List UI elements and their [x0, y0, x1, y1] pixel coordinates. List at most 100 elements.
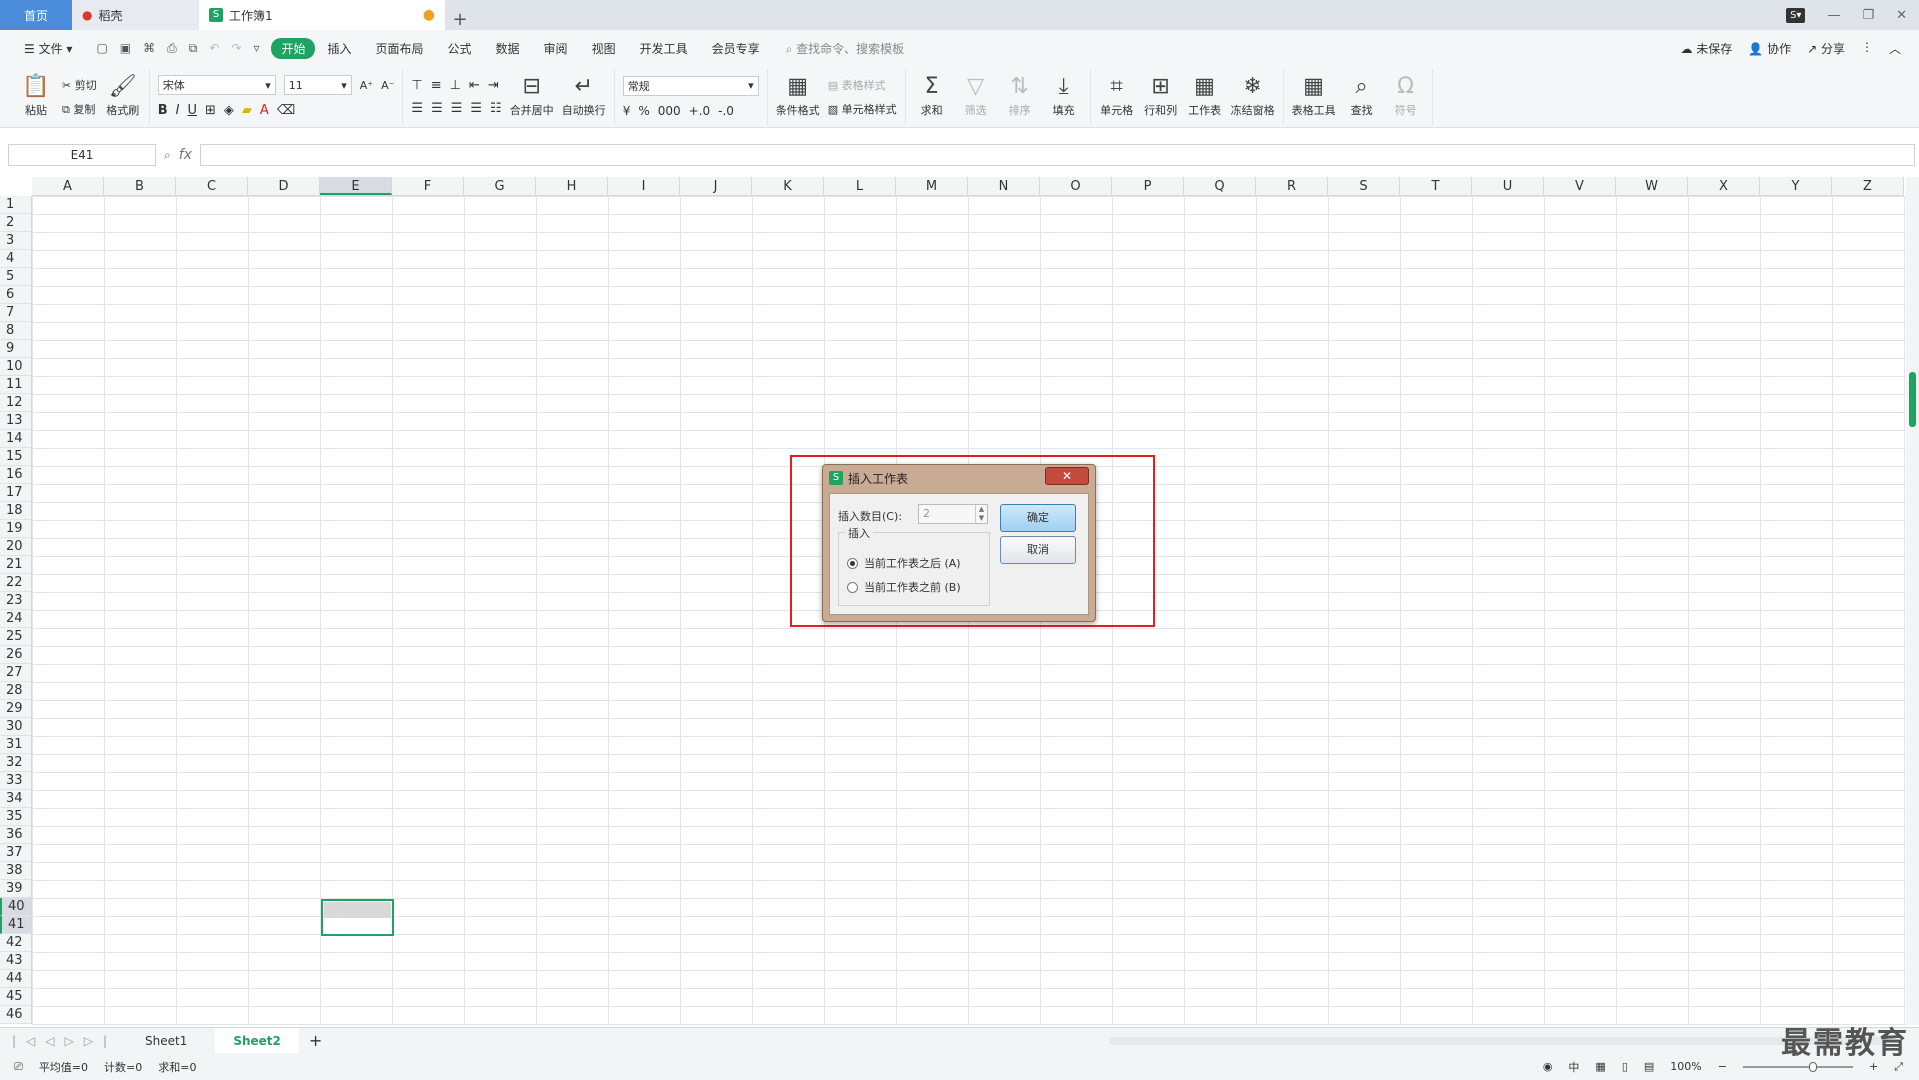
spinner-arrows-icon[interactable]: ▲ ▼ [975, 505, 987, 523]
format-painter-button[interactable]: 🖌 格式刷 [105, 75, 141, 118]
name-box[interactable]: E41 [8, 144, 156, 166]
column-header-i[interactable]: I [608, 177, 680, 195]
row-header-34[interactable]: 34 [0, 790, 31, 808]
row-header-8[interactable]: 8 [0, 322, 31, 340]
increase-decimal-icon[interactable]: +.0 [689, 104, 711, 118]
zoom-out-icon[interactable]: − [1718, 1060, 1727, 1073]
menu-data[interactable]: 数据 [484, 40, 532, 57]
sort-button[interactable]: ⇅ 排序 [1002, 75, 1038, 118]
row-header-22[interactable]: 22 [0, 574, 31, 592]
zoom-slider[interactable] [1742, 1061, 1853, 1072]
align-top-icon[interactable]: ⊤ [411, 78, 422, 93]
column-header-y[interactable]: Y [1760, 177, 1832, 195]
column-header-r[interactable]: R [1256, 177, 1328, 195]
fill-button[interactable]: ⤓ 填充 [1046, 75, 1082, 118]
row-header-44[interactable]: 44 [0, 970, 31, 988]
row-header-19[interactable]: 19 [0, 520, 31, 538]
symbol-button[interactable]: Ω 符号 [1388, 75, 1424, 118]
distribute-icon[interactable]: ☷ [490, 101, 502, 116]
close-icon[interactable]: ✕ [1896, 8, 1907, 23]
row-header-29[interactable]: 29 [0, 700, 31, 718]
column-header-a[interactable]: A [32, 177, 104, 195]
unsaved-button[interactable]: ☁ 未保存 [1680, 40, 1732, 57]
tab-daoke[interactable]: ● 稻壳 [72, 0, 199, 30]
row-header-15[interactable]: 15 [0, 448, 31, 466]
dialog-close-button[interactable]: ✕ [1045, 467, 1089, 485]
row-header-39[interactable]: 39 [0, 880, 31, 898]
column-header-q[interactable]: Q [1184, 177, 1256, 195]
find-button[interactable]: ⌕ 查找 [1344, 75, 1380, 118]
row-header-5[interactable]: 5 [0, 268, 31, 286]
indent-increase-icon[interactable]: ⇥ [488, 78, 499, 93]
indent-decrease-icon[interactable]: ⇤ [469, 78, 480, 93]
preview-icon[interactable]: ⧉ [189, 41, 198, 56]
zoom-knob[interactable] [1808, 1061, 1817, 1072]
zoom-formula-icon[interactable]: ⌕ [164, 148, 171, 163]
justify-icon[interactable]: ☰ [470, 101, 482, 116]
radio-after[interactable]: 当前工作表之后 (A) [847, 555, 961, 571]
row-header-1[interactable]: 1 [0, 196, 31, 214]
freeze-button[interactable]: ❄ 冻结窗格 [1231, 75, 1275, 118]
align-left-icon[interactable]: ☰ [411, 101, 423, 116]
column-header-g[interactable]: G [464, 177, 536, 195]
grow-font-icon[interactable]: A⁺ [360, 79, 373, 92]
share-button[interactable]: ↗ 分享 [1807, 40, 1845, 57]
menu-page-layout[interactable]: 页面布局 [364, 40, 436, 57]
add-sheet-button[interactable]: + [309, 1031, 322, 1050]
menu-view[interactable]: 视图 [580, 40, 628, 57]
row-header-3[interactable]: 3 [0, 232, 31, 250]
format-brush-icon[interactable]: ⌘ [143, 41, 155, 56]
column-header-b[interactable]: B [104, 177, 176, 195]
row-header-33[interactable]: 33 [0, 772, 31, 790]
worksheet-button[interactable]: ▦ 工作表 [1187, 75, 1223, 118]
column-header-p[interactable]: P [1112, 177, 1184, 195]
font-color-icon[interactable]: A [260, 103, 269, 118]
formula-input[interactable] [199, 144, 1915, 166]
row-header-6[interactable]: 6 [0, 286, 31, 304]
cancel-button[interactable]: 取消 [1000, 536, 1076, 564]
radio-before[interactable]: 当前工作表之前 (B) [847, 579, 961, 595]
row-header-12[interactable]: 12 [0, 394, 31, 412]
macro-icon[interactable]: ⎚ [14, 1060, 23, 1074]
decrease-decimal-icon[interactable]: -.0 [718, 104, 734, 118]
row-header-32[interactable]: 32 [0, 754, 31, 772]
clear-icon[interactable]: ⌫ [277, 103, 295, 118]
new-icon[interactable]: ▢ [96, 41, 107, 56]
paste-button[interactable]: 📋 粘贴 [18, 75, 54, 118]
row-header-35[interactable]: 35 [0, 808, 31, 826]
column-header-h[interactable]: H [536, 177, 608, 195]
menu-home[interactable]: 开始 [271, 37, 316, 59]
horizontal-scrollbar[interactable] [1109, 1036, 1889, 1045]
file-menu[interactable]: ☰ 文件 ▾ [12, 40, 84, 57]
row-header-17[interactable]: 17 [0, 484, 31, 502]
zoom-level[interactable]: 100% [1670, 1060, 1701, 1073]
border-icon[interactable]: ⊞ [205, 103, 216, 118]
column-header-x[interactable]: X [1688, 177, 1760, 195]
column-header-d[interactable]: D [248, 177, 320, 195]
currency-icon[interactable]: ¥ [623, 104, 631, 118]
column-header-v[interactable]: V [1544, 177, 1616, 195]
table-style-button[interactable]: ▤ 表格样式 [828, 77, 897, 93]
row-header-31[interactable]: 31 [0, 736, 31, 754]
italic-icon[interactable]: I [176, 103, 180, 118]
align-center-icon[interactable]: ☰ [431, 101, 443, 116]
font-select[interactable]: 宋体 ▾ [157, 75, 276, 95]
row-header-24[interactable]: 24 [0, 610, 31, 628]
menu-review[interactable]: 审阅 [532, 40, 580, 57]
column-header-w[interactable]: W [1616, 177, 1688, 195]
cut-button[interactable]: ✂ 剪切 [62, 77, 97, 93]
minimize-icon[interactable]: — [1827, 8, 1840, 23]
column-header-m[interactable]: M [896, 177, 968, 195]
save-icon[interactable]: ▣ [120, 41, 131, 56]
row-header-7[interactable]: 7 [0, 304, 31, 322]
row-header-42[interactable]: 42 [0, 934, 31, 952]
align-bottom-icon[interactable]: ⊥ [450, 78, 461, 93]
row-header-40[interactable]: 40 [0, 898, 31, 916]
column-header-n[interactable]: N [968, 177, 1040, 195]
merge-center-button[interactable]: ⊟ 合并居中 [510, 75, 554, 118]
highlight-icon[interactable]: ▰ [242, 103, 252, 118]
row-header-43[interactable]: 43 [0, 952, 31, 970]
row-header-46[interactable]: 46 [0, 1006, 31, 1024]
font-size-select[interactable]: 11 ▾ [283, 75, 352, 95]
undo-icon[interactable]: ↶ [209, 41, 219, 56]
